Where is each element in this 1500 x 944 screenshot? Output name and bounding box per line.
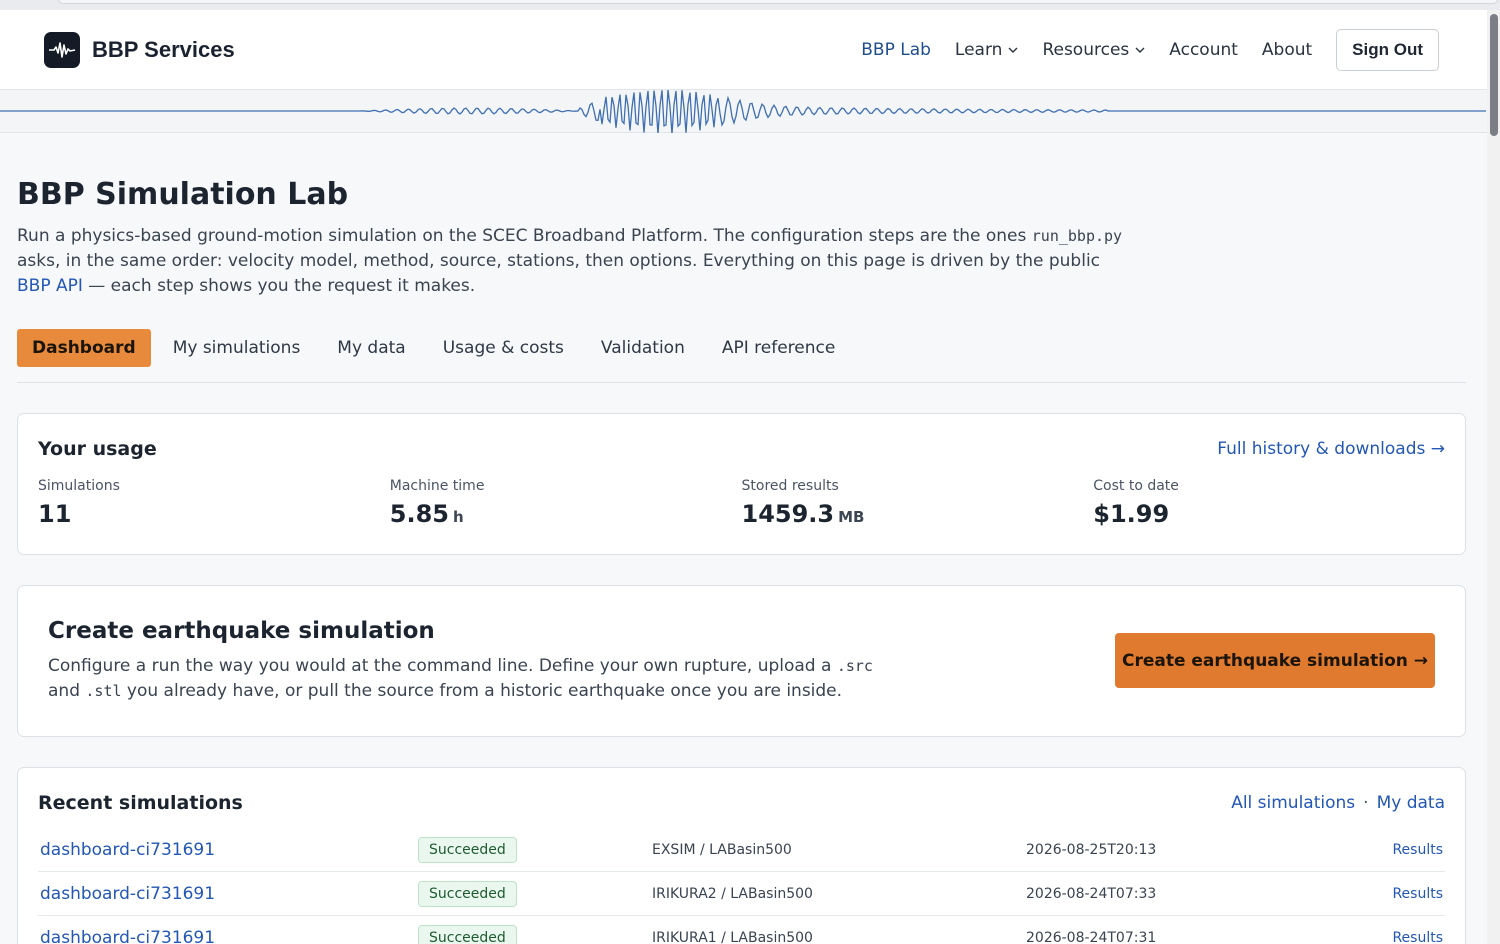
status-badge: Succeeded — [418, 836, 517, 863]
src-code: .src — [836, 657, 873, 675]
stat-label: Stored results — [741, 478, 839, 494]
scrollbar[interactable] — [1487, 10, 1500, 944]
usage-title: Your usage — [38, 438, 157, 460]
nav-bbp-lab[interactable]: BBP Lab — [861, 40, 931, 60]
brand-name: BBP Services — [92, 36, 235, 62]
tab-usage-costs[interactable]: Usage & costs — [426, 329, 581, 367]
stat-unit: h — [452, 508, 464, 526]
stat-label: Cost to date — [1093, 478, 1179, 494]
nav-resources[interactable]: Resources — [1042, 40, 1145, 60]
simulation-date: 2026-08-24T07:33 — [1026, 885, 1157, 902]
my-data-link[interactable]: My data — [1377, 793, 1445, 813]
results-link[interactable]: Results — [1392, 842, 1445, 858]
page: BBP Services BBP Lab Learn Resources Acc… — [0, 10, 1487, 944]
simulation-name-link[interactable]: dashboard-ci731691 — [38, 840, 418, 860]
seismogram-icon — [44, 31, 80, 68]
status-badge: Succeeded — [418, 880, 517, 907]
simulation-method: IRIKURA1 / LABasin500 — [652, 929, 813, 944]
full-history-link[interactable]: Full history & downloads → — [1217, 439, 1445, 459]
nav-learn-label: Learn — [954, 39, 1003, 60]
usage-stats: Simulations 11 Machine time 5.85 h Stored… — [38, 478, 1445, 528]
create-desc-1: Configure a run the way you would at the… — [48, 656, 837, 676]
sign-out-button[interactable]: Sign Out — [1336, 28, 1439, 71]
stat-label: Machine time — [389, 478, 485, 494]
stat-number: 11 — [38, 500, 72, 528]
stat-cost: Cost to date $1.99 — [1093, 478, 1445, 528]
create-simulation-button[interactable]: Create earthquake simulation → — [1115, 633, 1435, 688]
table-row: dashboard-ci731691 Succeeded IRIKURA2 / … — [38, 872, 1445, 916]
stat-machine-time: Machine time 5.85 h — [390, 478, 742, 528]
brand[interactable]: BBP Services — [44, 31, 235, 68]
bbp-api-link[interactable]: BBP API — [17, 276, 83, 296]
stat-simulations: Simulations 11 — [38, 478, 390, 528]
stat-value: 5.85 h — [390, 500, 742, 528]
create-description: Configure a run the way you would at the… — [48, 654, 908, 704]
chevron-down-icon — [1008, 47, 1018, 53]
stat-value: 1459.3 MB — [742, 500, 1094, 528]
stat-value: $1.99 — [1093, 500, 1445, 528]
tab-bar: Dashboard My simulations My data Usage &… — [17, 329, 1466, 383]
intro-text-1: Run a physics-based ground-motion simula… — [17, 226, 1032, 246]
create-simulation-card: Create earthquake simulation Configure a… — [17, 585, 1466, 737]
intro-code: run_bbp.py — [1031, 227, 1123, 245]
tab-my-simulations[interactable]: My simulations — [156, 329, 318, 367]
site-header: BBP Services BBP Lab Learn Resources Acc… — [0, 10, 1487, 90]
stat-number: 5.85 — [389, 500, 449, 528]
seismogram-banner — [0, 90, 1487, 133]
page-title: BBP Simulation Lab — [17, 177, 349, 212]
simulation-date: 2026-08-25T20:13 — [1026, 841, 1157, 858]
stat-number: 1459.3 — [741, 500, 835, 528]
nav-account[interactable]: Account — [1169, 40, 1238, 60]
intro-text-3: — each step shows you the request it mak… — [82, 276, 476, 296]
browser-chrome-strip — [0, 0, 1500, 10]
address-bar-edge — [58, 0, 1498, 4]
tab-api-reference[interactable]: API reference — [705, 329, 852, 367]
results-link[interactable]: Results — [1392, 886, 1445, 902]
main-nav: BBP Lab Learn Resources Account About Si… — [861, 28, 1439, 71]
all-simulations-link[interactable]: All simulations — [1231, 793, 1355, 813]
usage-card: Your usage Full history & downloads → Si… — [17, 413, 1466, 555]
recent-title: Recent simulations — [38, 792, 243, 814]
link-separator: · — [1363, 793, 1369, 813]
create-title: Create earthquake simulation — [48, 618, 435, 644]
stat-value: 11 — [38, 500, 390, 528]
chevron-down-icon — [1135, 47, 1145, 53]
seismogram-wave — [0, 90, 1486, 133]
tab-validation[interactable]: Validation — [584, 329, 702, 367]
recent-simulations-card: Recent simulations All simulations · My … — [17, 767, 1466, 944]
simulation-date: 2026-08-24T07:31 — [1026, 929, 1157, 944]
simulation-method: IRIKURA2 / LABasin500 — [652, 885, 813, 902]
stat-unit: MB — [838, 508, 865, 526]
table-row: dashboard-ci731691 Succeeded EXSIM / LAB… — [38, 828, 1445, 872]
nav-about[interactable]: About — [1262, 40, 1312, 60]
results-link[interactable]: Results — [1392, 930, 1445, 944]
nav-resources-label: Resources — [1042, 39, 1130, 60]
table-row: dashboard-ci731691 Succeeded IRIKURA1 / … — [38, 916, 1445, 944]
simulation-name-link[interactable]: dashboard-ci731691 — [38, 884, 418, 904]
status-badge: Succeeded — [418, 924, 517, 944]
scrollbar-thumb[interactable] — [1490, 14, 1498, 136]
simulation-name-link[interactable]: dashboard-ci731691 — [38, 928, 418, 944]
page-intro: Run a physics-based ground-motion simula… — [17, 224, 1137, 299]
intro-text-2: asks, in the same order: velocity model,… — [17, 251, 1101, 271]
simulation-list: dashboard-ci731691 Succeeded EXSIM / LAB… — [38, 828, 1445, 944]
stat-number: $1.99 — [1093, 500, 1170, 528]
create-desc-3: you already have, or pull the source fro… — [121, 681, 843, 701]
stl-code: .stl — [85, 682, 122, 700]
nav-learn[interactable]: Learn — [955, 40, 1019, 60]
tab-dashboard[interactable]: Dashboard — [17, 329, 151, 367]
recent-links: All simulations · My data — [1231, 793, 1445, 813]
main-content: BBP Simulation Lab Run a physics-based g… — [0, 177, 1487, 944]
simulation-method: EXSIM / LABasin500 — [652, 841, 792, 858]
tab-my-data[interactable]: My data — [320, 329, 422, 367]
stat-stored-results: Stored results 1459.3 MB — [742, 478, 1094, 528]
create-desc-2: and — [48, 681, 86, 701]
stat-label: Simulations — [38, 478, 120, 494]
